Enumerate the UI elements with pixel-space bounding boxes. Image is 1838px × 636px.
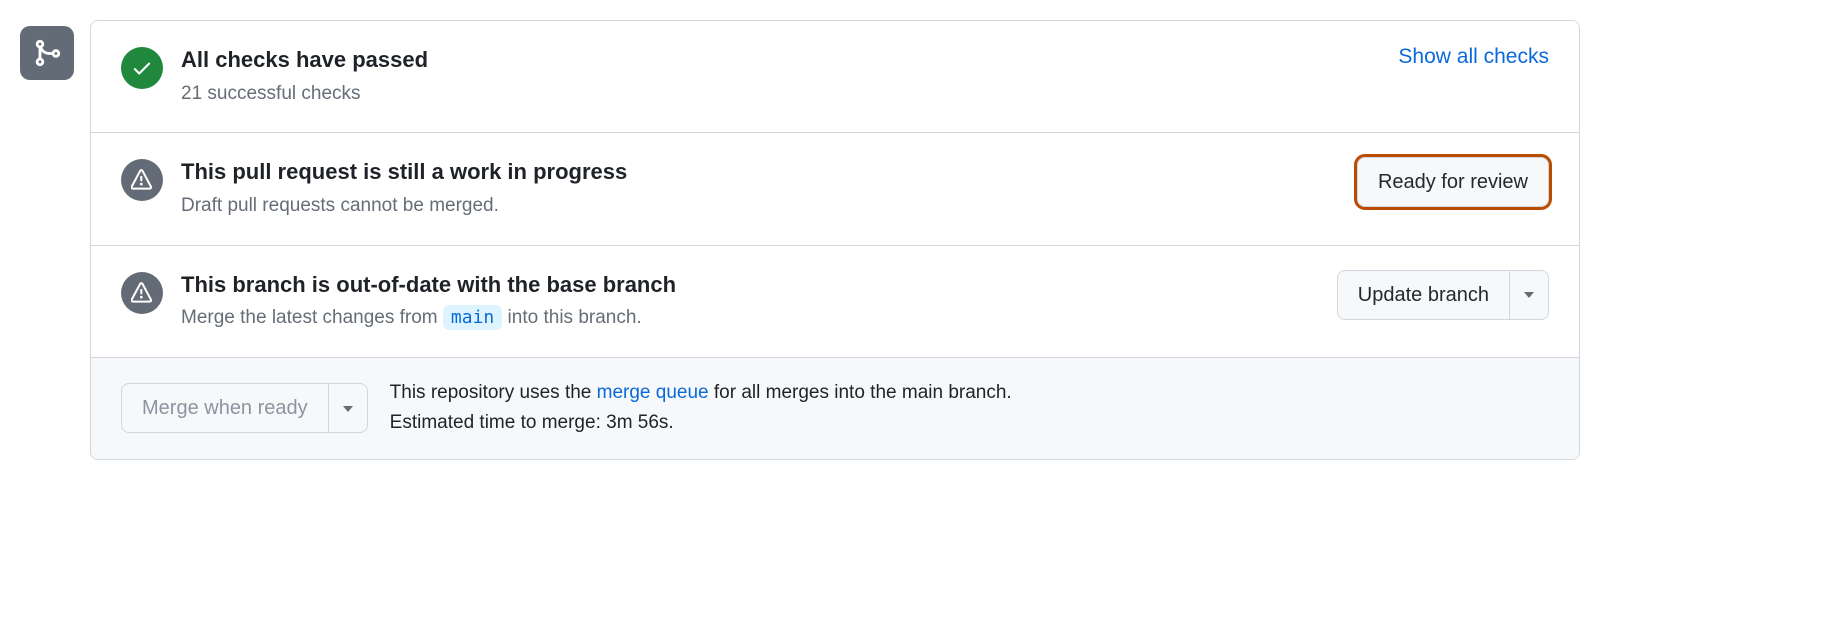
outdated-title: This branch is out-of-date with the base… [181, 270, 1319, 301]
update-branch-dropdown-button[interactable] [1510, 270, 1549, 320]
merge-status-box: All checks have passed 21 successful che… [90, 20, 1580, 460]
merge-queue-link[interactable]: merge queue [597, 382, 709, 403]
merge-footer: Merge when ready This repository uses th… [91, 358, 1579, 459]
check-success-icon [121, 47, 163, 89]
merge-estimate: Estimated time to merge: 3m 56s. [390, 412, 674, 433]
alert-icon [121, 272, 163, 314]
show-all-checks-link[interactable]: Show all checks [1398, 45, 1549, 69]
draft-subtitle: Draft pull requests cannot be merged. [181, 192, 1339, 221]
checks-section: All checks have passed 21 successful che… [91, 21, 1579, 133]
merge-dropdown-button[interactable] [329, 383, 368, 433]
merge-when-ready-button[interactable]: Merge when ready [121, 383, 329, 433]
merge-info-post: for all merges into the main branch. [709, 382, 1012, 403]
draft-title: This pull request is still a work in pro… [181, 157, 1339, 188]
merge-info-text: This repository uses the merge queue for… [390, 378, 1012, 439]
caret-down-icon [1524, 292, 1534, 298]
outdated-text-pre: Merge the latest changes from [181, 307, 443, 328]
update-branch-button[interactable]: Update branch [1337, 270, 1510, 320]
outdated-text-post: into this branch. [502, 307, 641, 328]
outdated-subtitle: Merge the latest changes from main into … [181, 304, 1319, 333]
alert-icon [121, 159, 163, 201]
git-merge-badge [20, 26, 74, 80]
ready-for-review-button[interactable]: Ready for review [1357, 157, 1549, 207]
outdated-section: This branch is out-of-date with the base… [91, 246, 1579, 358]
git-merge-icon [32, 38, 62, 68]
checks-title: All checks have passed [181, 45, 1380, 76]
merge-info-pre: This repository uses the [390, 382, 597, 403]
draft-section: This pull request is still a work in pro… [91, 133, 1579, 245]
checks-subtitle: 21 successful checks [181, 80, 1380, 109]
caret-down-icon [343, 406, 353, 412]
base-branch-tag: main [443, 305, 502, 330]
